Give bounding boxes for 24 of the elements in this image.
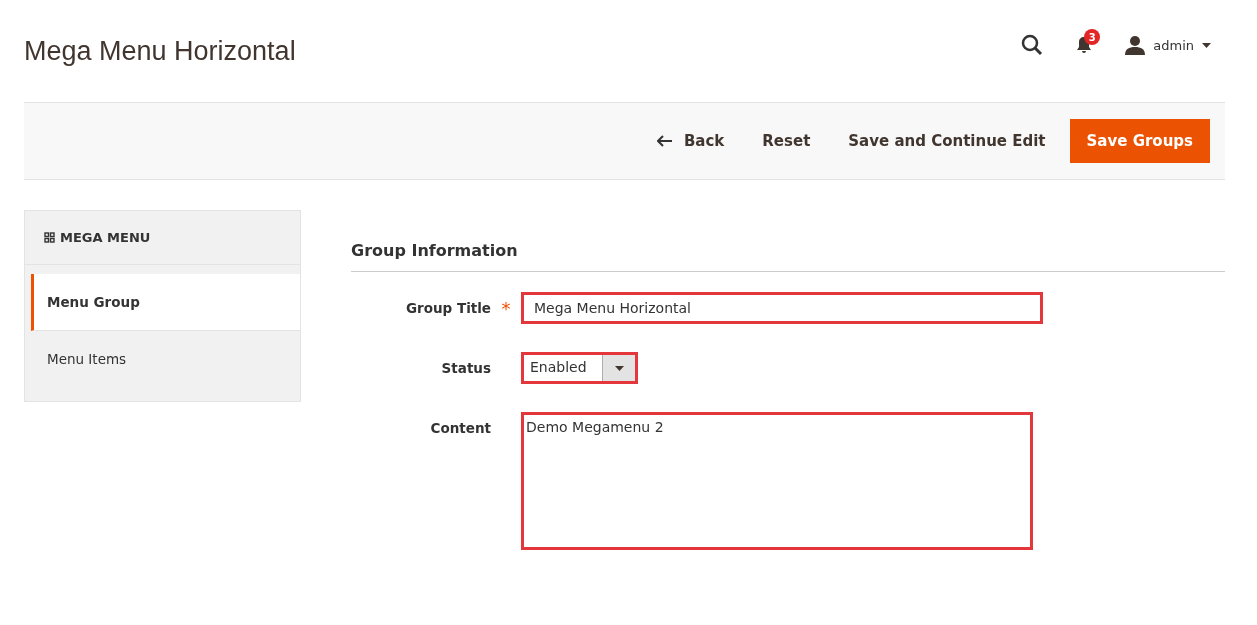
field-label: Group Title [404,299,491,316]
notification-count: 3 [1084,29,1101,45]
caret-icon [614,365,624,371]
textarea-field[interactable]: Demo Megamenu 2 [521,412,1033,550]
page-title: Mega Menu Horizontal [24,35,296,67]
field-label: Content [429,419,491,436]
action-button[interactable]: Back [642,120,739,162]
required-mark: * [501,298,511,319]
sidebar-title: MEGA MENU [24,210,301,265]
caret-icon [1202,42,1211,48]
field-label: Status [440,359,491,376]
grid-icon [44,232,55,243]
action-button[interactable]: Save and Continue Edit [834,120,1060,162]
action-button[interactable]: Reset [748,120,825,162]
back-arrow-icon [656,135,672,147]
input-field[interactable]: Mega Menu Horizontal [521,292,1043,324]
select-field[interactable]: Enabled [521,352,638,384]
user-icon [1125,35,1146,55]
section-title: Group Information [351,210,1225,272]
action-button[interactable]: Save Groups [1069,119,1210,163]
sidebar-item[interactable]: Menu Group [31,274,300,331]
user-menu[interactable]: admin [1125,35,1211,55]
sidebar-item[interactable]: Menu Items [31,331,300,387]
search-icon[interactable] [1021,34,1044,56]
